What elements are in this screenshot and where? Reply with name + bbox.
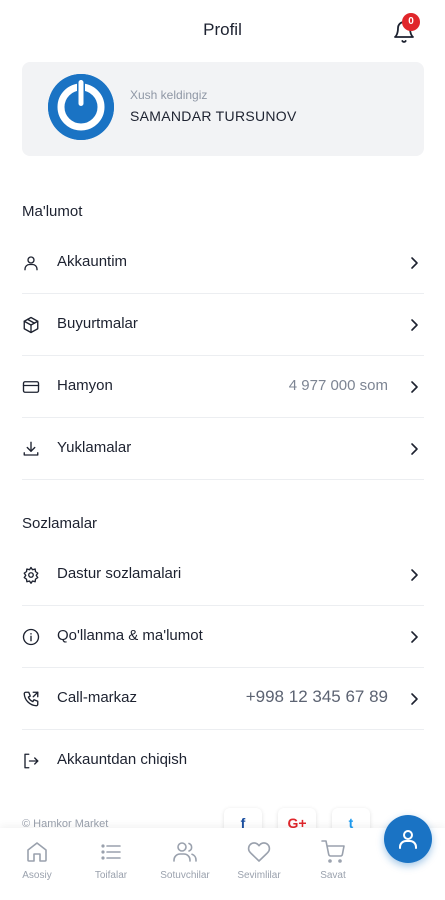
phone-icon xyxy=(23,691,39,707)
nav-cart[interactable]: Savat xyxy=(298,840,368,881)
logout-icon xyxy=(24,753,39,769)
users-icon xyxy=(173,842,197,862)
nav-label: Sotuvchilar xyxy=(160,870,210,881)
chevron-right-icon xyxy=(411,319,418,331)
greeting-text: Xush keldingiz xyxy=(130,88,208,102)
user-icon xyxy=(399,830,417,849)
wallet-balance: 4 977 000 som xyxy=(288,377,388,394)
profile-card[interactable]: Xush keldingiz SAMANDAR TURSUNOV xyxy=(22,62,424,156)
menu-item-wallet[interactable]: Hamyon 4 977 000 som xyxy=(22,356,424,418)
nav-home[interactable]: Asosiy xyxy=(2,840,72,881)
download-icon xyxy=(23,441,39,456)
power-logo-icon xyxy=(48,74,114,140)
nav-label: Sevimlilar xyxy=(237,870,281,881)
chevron-right-icon xyxy=(411,381,418,393)
menu-item-label: Qo'llanma & ma'lumot xyxy=(57,627,203,644)
avatar xyxy=(48,74,114,140)
menu-item-downloads[interactable]: Yuklamalar xyxy=(22,418,424,480)
heart-icon xyxy=(247,842,271,862)
menu-item-account[interactable]: Akkauntim xyxy=(22,232,424,294)
profile-fab-button[interactable] xyxy=(384,815,432,863)
menu-item-call-center[interactable]: Call-markaz +998 12 345 67 89 xyxy=(22,668,424,730)
box-icon xyxy=(23,316,39,334)
menu-item-app-settings[interactable]: Dastur sozlamalari xyxy=(22,544,424,606)
notification-badge: 0 xyxy=(402,13,420,31)
menu-item-label: Hamyon xyxy=(57,377,113,394)
nav-label: Asosiy xyxy=(22,870,52,881)
menu-item-label: Yuklamalar xyxy=(57,439,132,456)
page-title: Profil xyxy=(203,20,242,39)
bottom-nav: Asosiy Toifalar Sotuvchilar Sevimlilar S… xyxy=(0,828,445,900)
home-icon xyxy=(27,842,47,862)
info-icon xyxy=(22,628,40,646)
chevron-right-icon xyxy=(411,569,418,581)
menu-item-label: Akkauntdan chiqish xyxy=(57,751,188,768)
menu-item-label: Buyurtmalar xyxy=(57,315,138,332)
user-name: SAMANDAR TURSUNOV xyxy=(130,108,297,124)
wallet-icon xyxy=(22,381,40,393)
app-header: Profil 0 xyxy=(0,0,445,62)
menu-item-orders[interactable]: Buyurtmalar xyxy=(22,294,424,356)
menu-item-guide[interactable]: Qo'llanma & ma'lumot xyxy=(22,606,424,668)
user-icon xyxy=(24,256,38,271)
chevron-right-icon xyxy=(411,631,418,643)
chevron-right-icon xyxy=(411,693,418,705)
menu-item-logout[interactable]: Akkauntdan chiqish xyxy=(22,730,424,792)
section-title-settings: Sozlamalar xyxy=(22,515,98,532)
call-center-phone[interactable]: +998 12 345 67 89 xyxy=(246,687,388,707)
nav-sellers[interactable]: Sotuvchilar xyxy=(150,840,220,881)
chevron-right-icon xyxy=(411,257,418,269)
chevron-right-icon xyxy=(411,443,418,455)
gear-icon xyxy=(23,566,39,584)
menu-item-label: Akkauntim xyxy=(57,253,128,270)
cart-icon xyxy=(321,840,345,863)
menu-item-label: Dastur sozlamalari xyxy=(57,565,182,582)
menu-item-label: Call-markaz xyxy=(57,689,138,706)
nav-label: Toifalar xyxy=(94,870,128,881)
list-icon xyxy=(101,844,121,860)
nav-categories[interactable]: Toifalar xyxy=(76,840,146,881)
nav-favorites[interactable]: Sevimlilar xyxy=(224,840,294,881)
section-title-info: Ma'lumot xyxy=(22,203,83,220)
nav-label: Savat xyxy=(320,870,346,881)
